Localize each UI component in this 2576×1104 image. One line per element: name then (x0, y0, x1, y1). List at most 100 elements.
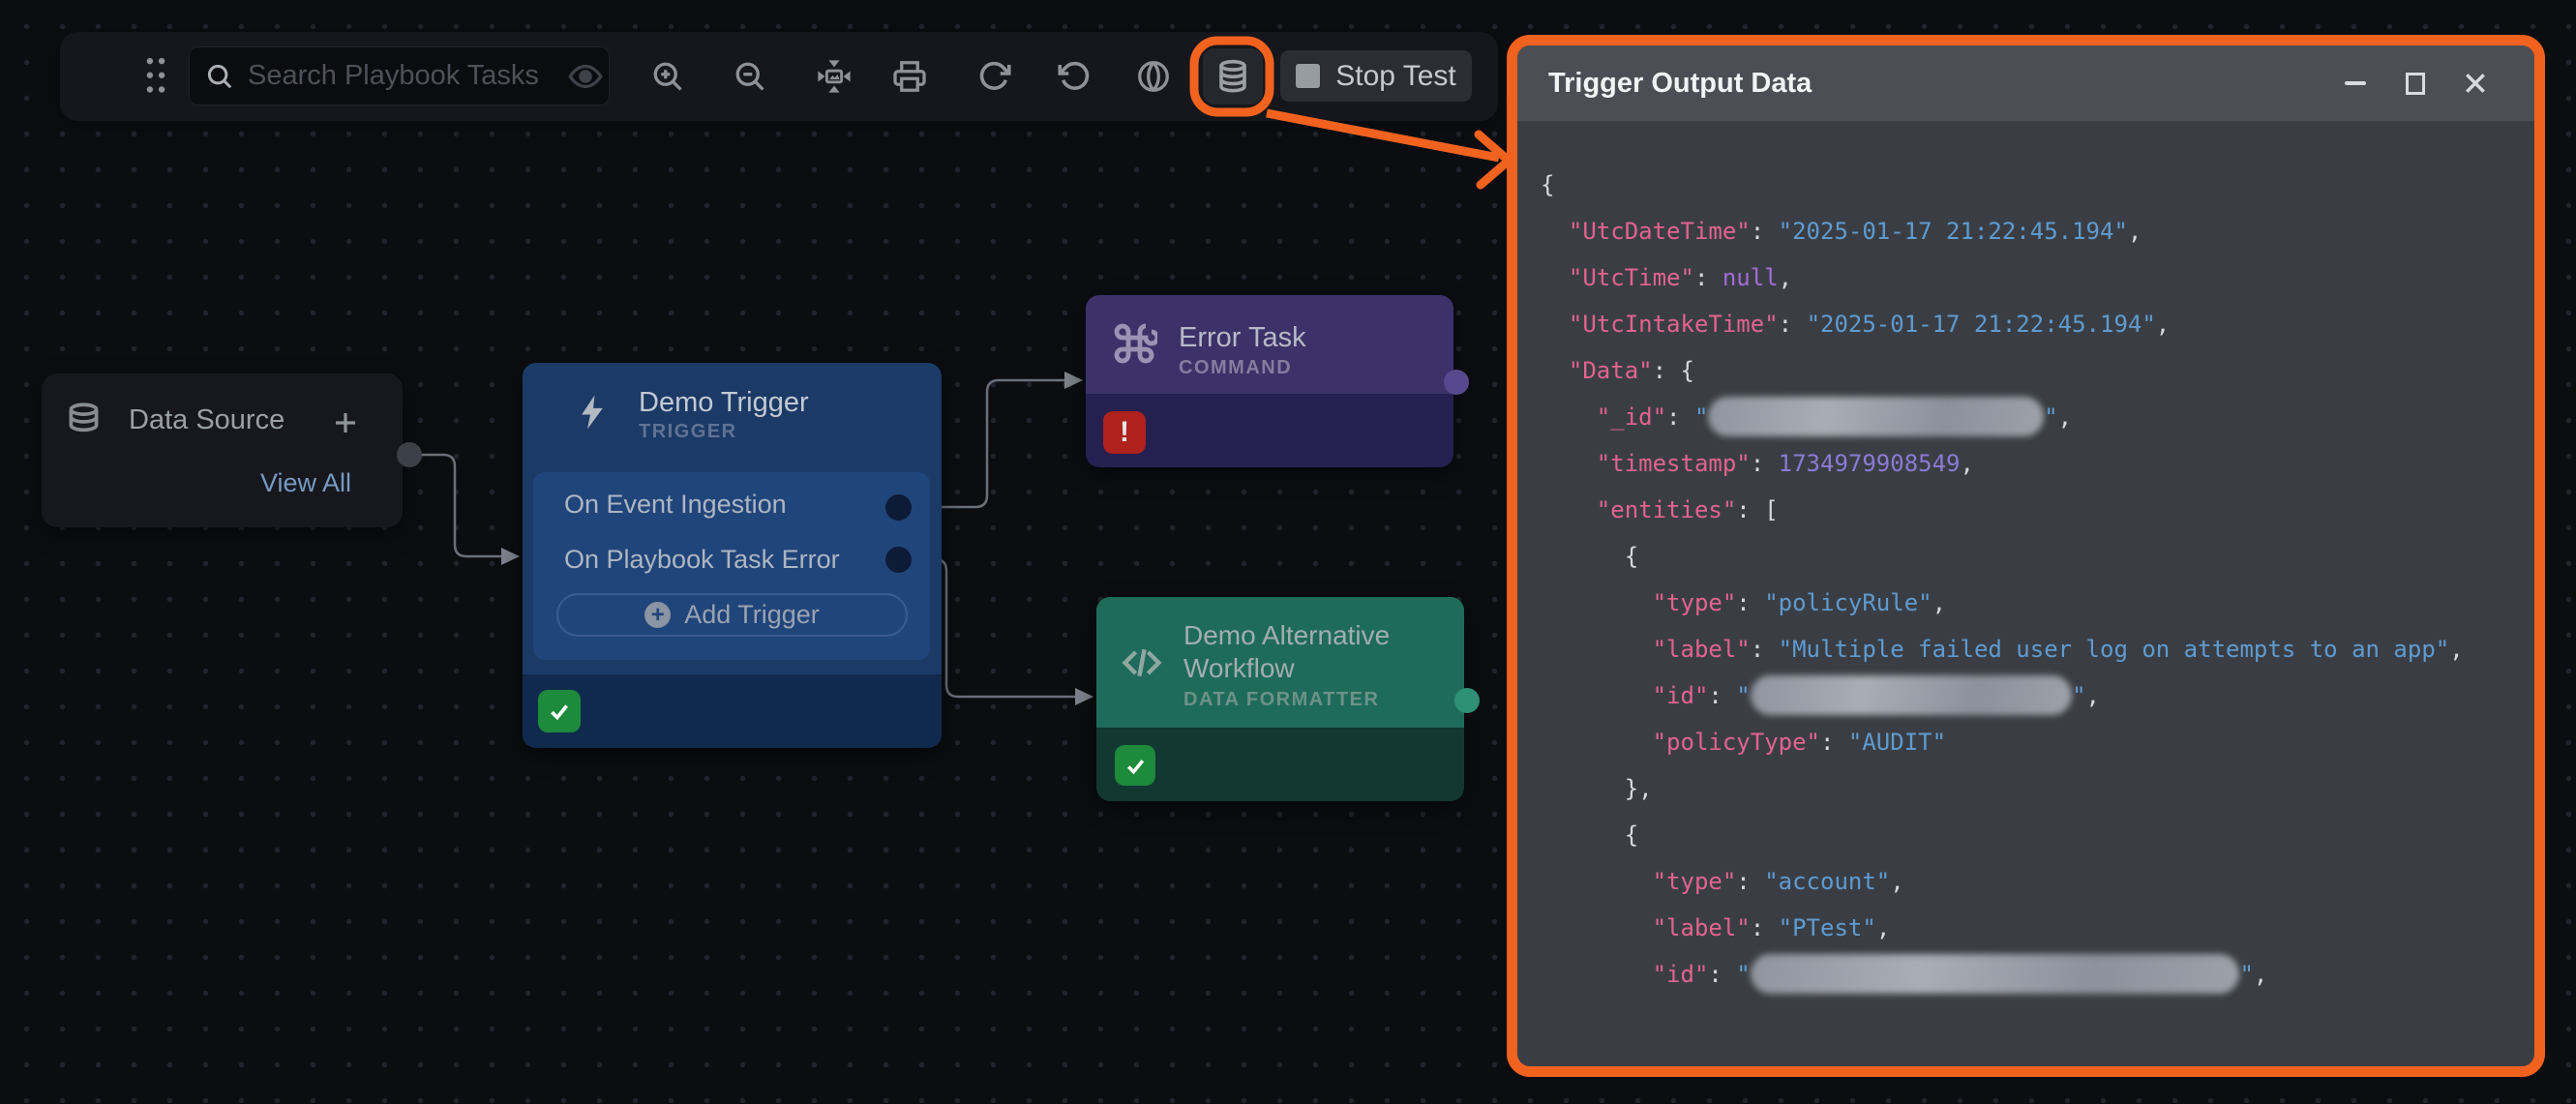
json-token (1541, 961, 1653, 988)
json-token: "Data" (1569, 357, 1653, 384)
data-viewer-button[interactable] (1203, 48, 1263, 104)
error-task-title: Error Task (1179, 322, 1306, 354)
error-task-output-port[interactable] (1444, 370, 1469, 395)
globe-button[interactable] (1126, 49, 1181, 104)
json-token: : (1708, 682, 1736, 709)
json-line: "UtcIntakeTime": "2025-01-17 21:22:45.19… (1541, 301, 2464, 347)
json-token: : (1666, 403, 1694, 431)
drag-handle-icon[interactable] (141, 55, 170, 98)
search-box[interactable] (189, 46, 610, 105)
node-error-task[interactable]: Error Task COMMAND ! (1086, 295, 1453, 467)
command-icon (1111, 320, 1157, 367)
undo-button[interactable] (1048, 49, 1102, 104)
redo-icon (976, 59, 1011, 94)
stop-icon (1296, 64, 1320, 88)
json-token: , (1876, 914, 1890, 941)
error-task-header: Error Task COMMAND (1086, 295, 1453, 394)
zoom-in-button[interactable] (641, 49, 695, 104)
view-all-link[interactable]: View All (260, 468, 351, 498)
close-button[interactable] (2463, 71, 2488, 96)
json-token (1541, 218, 1569, 245)
json-viewer: { "UtcDateTime": "2025-01-17 21:22:45.19… (1541, 162, 2464, 998)
error-status-badge: ! (1103, 411, 1146, 454)
redacted-value (1751, 954, 2240, 994)
maximize-button[interactable] (2403, 71, 2428, 96)
close-icon (2463, 71, 2488, 96)
json-line: "type": "account", (1541, 858, 2464, 905)
arrowhead (501, 548, 520, 565)
minimize-button[interactable] (2343, 71, 2368, 96)
check-icon (1123, 754, 1148, 778)
trigger-row-on-event-ingestion[interactable]: On Event Ingestion (564, 490, 787, 520)
visibility-button[interactable] (558, 49, 613, 104)
json-line: "Data": { (1541, 347, 2464, 394)
trigger-port-on-event-ingestion[interactable] (885, 494, 912, 521)
json-token: { (1541, 543, 1638, 570)
json-token (1541, 496, 1597, 523)
node-data-source[interactable]: Data Source View All (42, 373, 403, 527)
zoom-out-button[interactable] (723, 49, 777, 104)
add-trigger-button[interactable]: + Add Trigger (556, 593, 908, 637)
json-token (1541, 403, 1597, 431)
minimize-icon (2345, 81, 2366, 85)
json-token: , (2156, 311, 2170, 338)
playbook-canvas[interactable]: Data Source View All Demo Trigger TRIGGE… (0, 0, 2576, 1104)
json-token: , (2254, 961, 2267, 988)
json-line: "UtcDateTime": "2025-01-17 21:22:45.194"… (1541, 208, 2464, 254)
json-token: "AUDIT" (1848, 729, 1946, 756)
add-data-source-icon[interactable] (331, 408, 360, 437)
json-token (1541, 357, 1569, 384)
search-input[interactable] (248, 60, 593, 92)
wire-datasource-trigger (422, 455, 503, 556)
trigger-title: Demo Trigger (639, 387, 809, 419)
fit-view-button[interactable] (807, 49, 861, 104)
json-token: }, (1541, 775, 1653, 802)
redo-button[interactable] (967, 49, 1021, 104)
json-token: " (1694, 403, 1708, 431)
json-line: "label": "PTest", (1541, 905, 2464, 951)
panel-header[interactable]: Trigger Output Data (1517, 45, 2534, 121)
alt-workflow-header: Demo Alternative Workflow DATA FORMATTER (1096, 597, 1464, 728)
json-token: : (1736, 589, 1764, 616)
alt-workflow-title: Demo Alternative Workflow (1183, 619, 1435, 685)
json-token (1541, 589, 1653, 616)
json-token: "policyType" (1653, 729, 1820, 756)
json-token: { (1541, 821, 1638, 849)
json-token: " (2239, 961, 2253, 988)
json-token: "timestamp" (1597, 450, 1751, 477)
alt-workflow-output-port[interactable] (1454, 688, 1480, 713)
json-token: , (1779, 264, 1792, 291)
json-line: "_id": "", (1541, 394, 2464, 440)
stop-test-button[interactable]: Stop Test (1280, 50, 1472, 102)
add-trigger-label: Add Trigger (684, 600, 820, 630)
json-token: , (2449, 636, 2463, 663)
trigger-port-on-playbook-task-error[interactable] (885, 547, 912, 573)
code-icon (1118, 642, 1166, 684)
redacted-value (1708, 397, 2044, 436)
database-icon (1215, 58, 1250, 95)
eye-icon (568, 59, 603, 94)
json-token (1541, 682, 1653, 709)
json-token: , (2058, 403, 2072, 431)
json-token: : (1751, 450, 1779, 477)
json-token: , (1932, 589, 1946, 616)
panel-body[interactable]: { "UtcDateTime": "2025-01-17 21:22:45.19… (1517, 121, 2534, 1062)
json-token (1541, 729, 1653, 756)
json-line: "entities": [ (1541, 487, 2464, 533)
trigger-row-on-playbook-task-error[interactable]: On Playbook Task Error (564, 545, 840, 575)
json-token: null (1722, 264, 1779, 291)
json-line: { (1541, 812, 2464, 858)
trigger-output-list: On Event Ingestion On Playbook Task Erro… (533, 472, 930, 660)
globe-icon (1136, 59, 1171, 94)
window-controls (2343, 71, 2488, 96)
data-source-output-port[interactable] (397, 442, 422, 467)
json-token (1541, 264, 1569, 291)
print-button[interactable] (883, 49, 937, 104)
node-demo-trigger[interactable]: Demo Trigger TRIGGER On Event Ingestion … (523, 363, 942, 748)
undo-icon (1058, 59, 1093, 94)
json-token: { (1541, 171, 1554, 198)
node-demo-alternative-workflow[interactable]: Demo Alternative Workflow DATA FORMATTER (1096, 597, 1464, 801)
trigger-type-label: TRIGGER (639, 421, 737, 443)
json-token: "id" (1653, 961, 1709, 988)
json-token: "policyRule" (1764, 589, 1932, 616)
